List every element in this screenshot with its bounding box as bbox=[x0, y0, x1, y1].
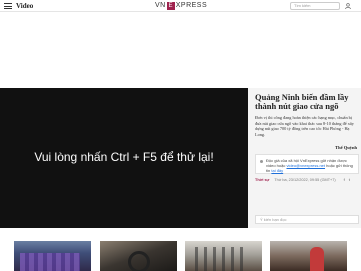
vnexpress-logo[interactable]: VN E XPRESS bbox=[155, 1, 207, 10]
article-author: Thế Quỳnh bbox=[335, 145, 357, 150]
related-video-thumbnail[interactable] bbox=[14, 241, 91, 271]
article-meta: Thời sự Thứ ba, 23/12/2022, 09:55 (GMT+7… bbox=[255, 178, 359, 182]
twitter-icon[interactable]: t bbox=[349, 178, 350, 182]
logo-text-left: VN bbox=[155, 2, 166, 9]
article-headline[interactable]: Quảng Ninh biến đầm lầy thành nút giao c… bbox=[255, 93, 359, 111]
header: Video VN E XPRESS Tìm kiếm bbox=[0, 0, 361, 12]
logo-mark: E bbox=[166, 1, 175, 10]
notice-email-link[interactable]: video@vnexpress.net bbox=[286, 163, 325, 168]
hamburger-icon[interactable] bbox=[4, 3, 12, 9]
article-panel: Quảng Ninh biến đầm lầy thành nút giao c… bbox=[248, 88, 361, 228]
video-error-message: Vui lòng nhấn Ctrl + F5 để thử lại! bbox=[34, 150, 214, 164]
related-videos bbox=[14, 241, 349, 271]
search-input[interactable]: Tìm kiếm bbox=[290, 2, 340, 10]
related-video-thumbnail[interactable] bbox=[185, 241, 262, 271]
video-player[interactable]: Vui lòng nhấn Ctrl + F5 để thử lại! bbox=[0, 88, 248, 228]
timestamp: Thứ ba, 23/12/2022, 09:55 (GMT+7) bbox=[274, 178, 336, 182]
user-icon[interactable] bbox=[345, 3, 351, 9]
share-buttons: f t bbox=[344, 178, 350, 182]
related-video-thumbnail[interactable] bbox=[100, 241, 177, 271]
logo-text-right: XPRESS bbox=[175, 2, 208, 9]
category-link[interactable]: Thời sự bbox=[255, 178, 269, 182]
section-title[interactable]: Video bbox=[16, 1, 33, 11]
notice-bullet-icon bbox=[260, 160, 263, 163]
comment-input[interactable]: Ý kiến bạn đọc bbox=[255, 215, 359, 224]
related-video-thumbnail[interactable] bbox=[270, 241, 347, 271]
notice-here-link[interactable]: tại đây bbox=[271, 168, 283, 173]
facebook-icon[interactable]: f bbox=[344, 178, 345, 182]
contribution-notice: Độc giả của xã hội VnExpress gửi nhận đư… bbox=[255, 154, 359, 174]
article-lead: Đơn vị thi công đang hoàn thiện các hạng… bbox=[255, 115, 354, 137]
